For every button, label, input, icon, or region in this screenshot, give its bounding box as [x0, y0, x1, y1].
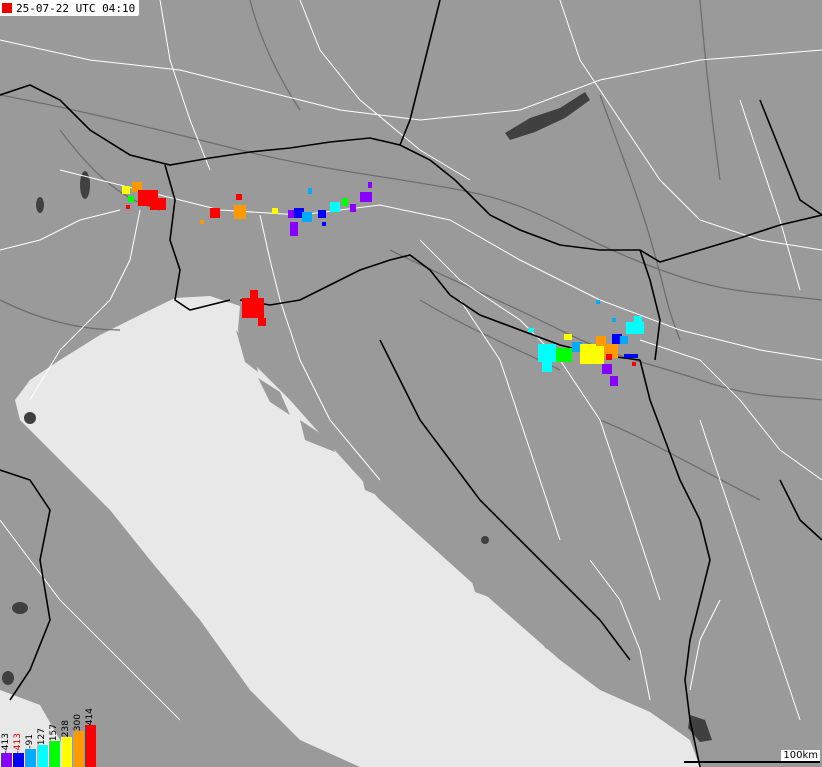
- scale-label: 100km: [781, 750, 820, 761]
- legend-label: 238: [60, 719, 71, 737]
- legend-swatch: [60, 737, 72, 767]
- legend-swatch: [72, 731, 84, 767]
- map-viewport[interactable]: 25-07-22 UTC 04:10 -413 -413 -91 127 157…: [0, 0, 822, 767]
- legend-swatch: [84, 725, 96, 767]
- legend-swatch: [12, 753, 24, 767]
- legend-label: 300: [72, 713, 83, 731]
- stroke-age-legend: -413 -413 -91 127 157 238 300 414: [0, 708, 96, 767]
- timestamp-marker-icon: [2, 3, 12, 13]
- legend-entry: -413: [12, 733, 24, 767]
- legend-label: 157: [48, 723, 59, 741]
- legend-entry: 127: [36, 728, 48, 767]
- map-canvas[interactable]: [0, 0, 822, 767]
- legend-entry: 238: [60, 720, 72, 767]
- legend-label: 414: [84, 707, 95, 725]
- legend-label: -91: [24, 734, 35, 749]
- scale-line: [684, 761, 820, 763]
- legend-swatch: [0, 753, 12, 767]
- legend-swatch: [36, 745, 48, 767]
- scale-bar: 100km: [684, 750, 820, 765]
- legend-label: -413: [0, 732, 11, 753]
- legend-entry: -413: [0, 733, 12, 767]
- legend-entry: 300: [72, 714, 84, 767]
- legend-entry: 414: [84, 708, 96, 767]
- legend-label: -413: [12, 732, 23, 753]
- timestamp-text: 25-07-22 UTC 04:10: [16, 1, 136, 15]
- legend-swatch: [48, 741, 60, 767]
- timestamp-bar: 25-07-22 UTC 04:10: [0, 0, 140, 16]
- legend-entry: 157: [48, 724, 60, 767]
- legend-label: 127: [36, 727, 47, 745]
- legend-swatch: [24, 749, 36, 767]
- legend-entry: -91: [24, 734, 36, 767]
